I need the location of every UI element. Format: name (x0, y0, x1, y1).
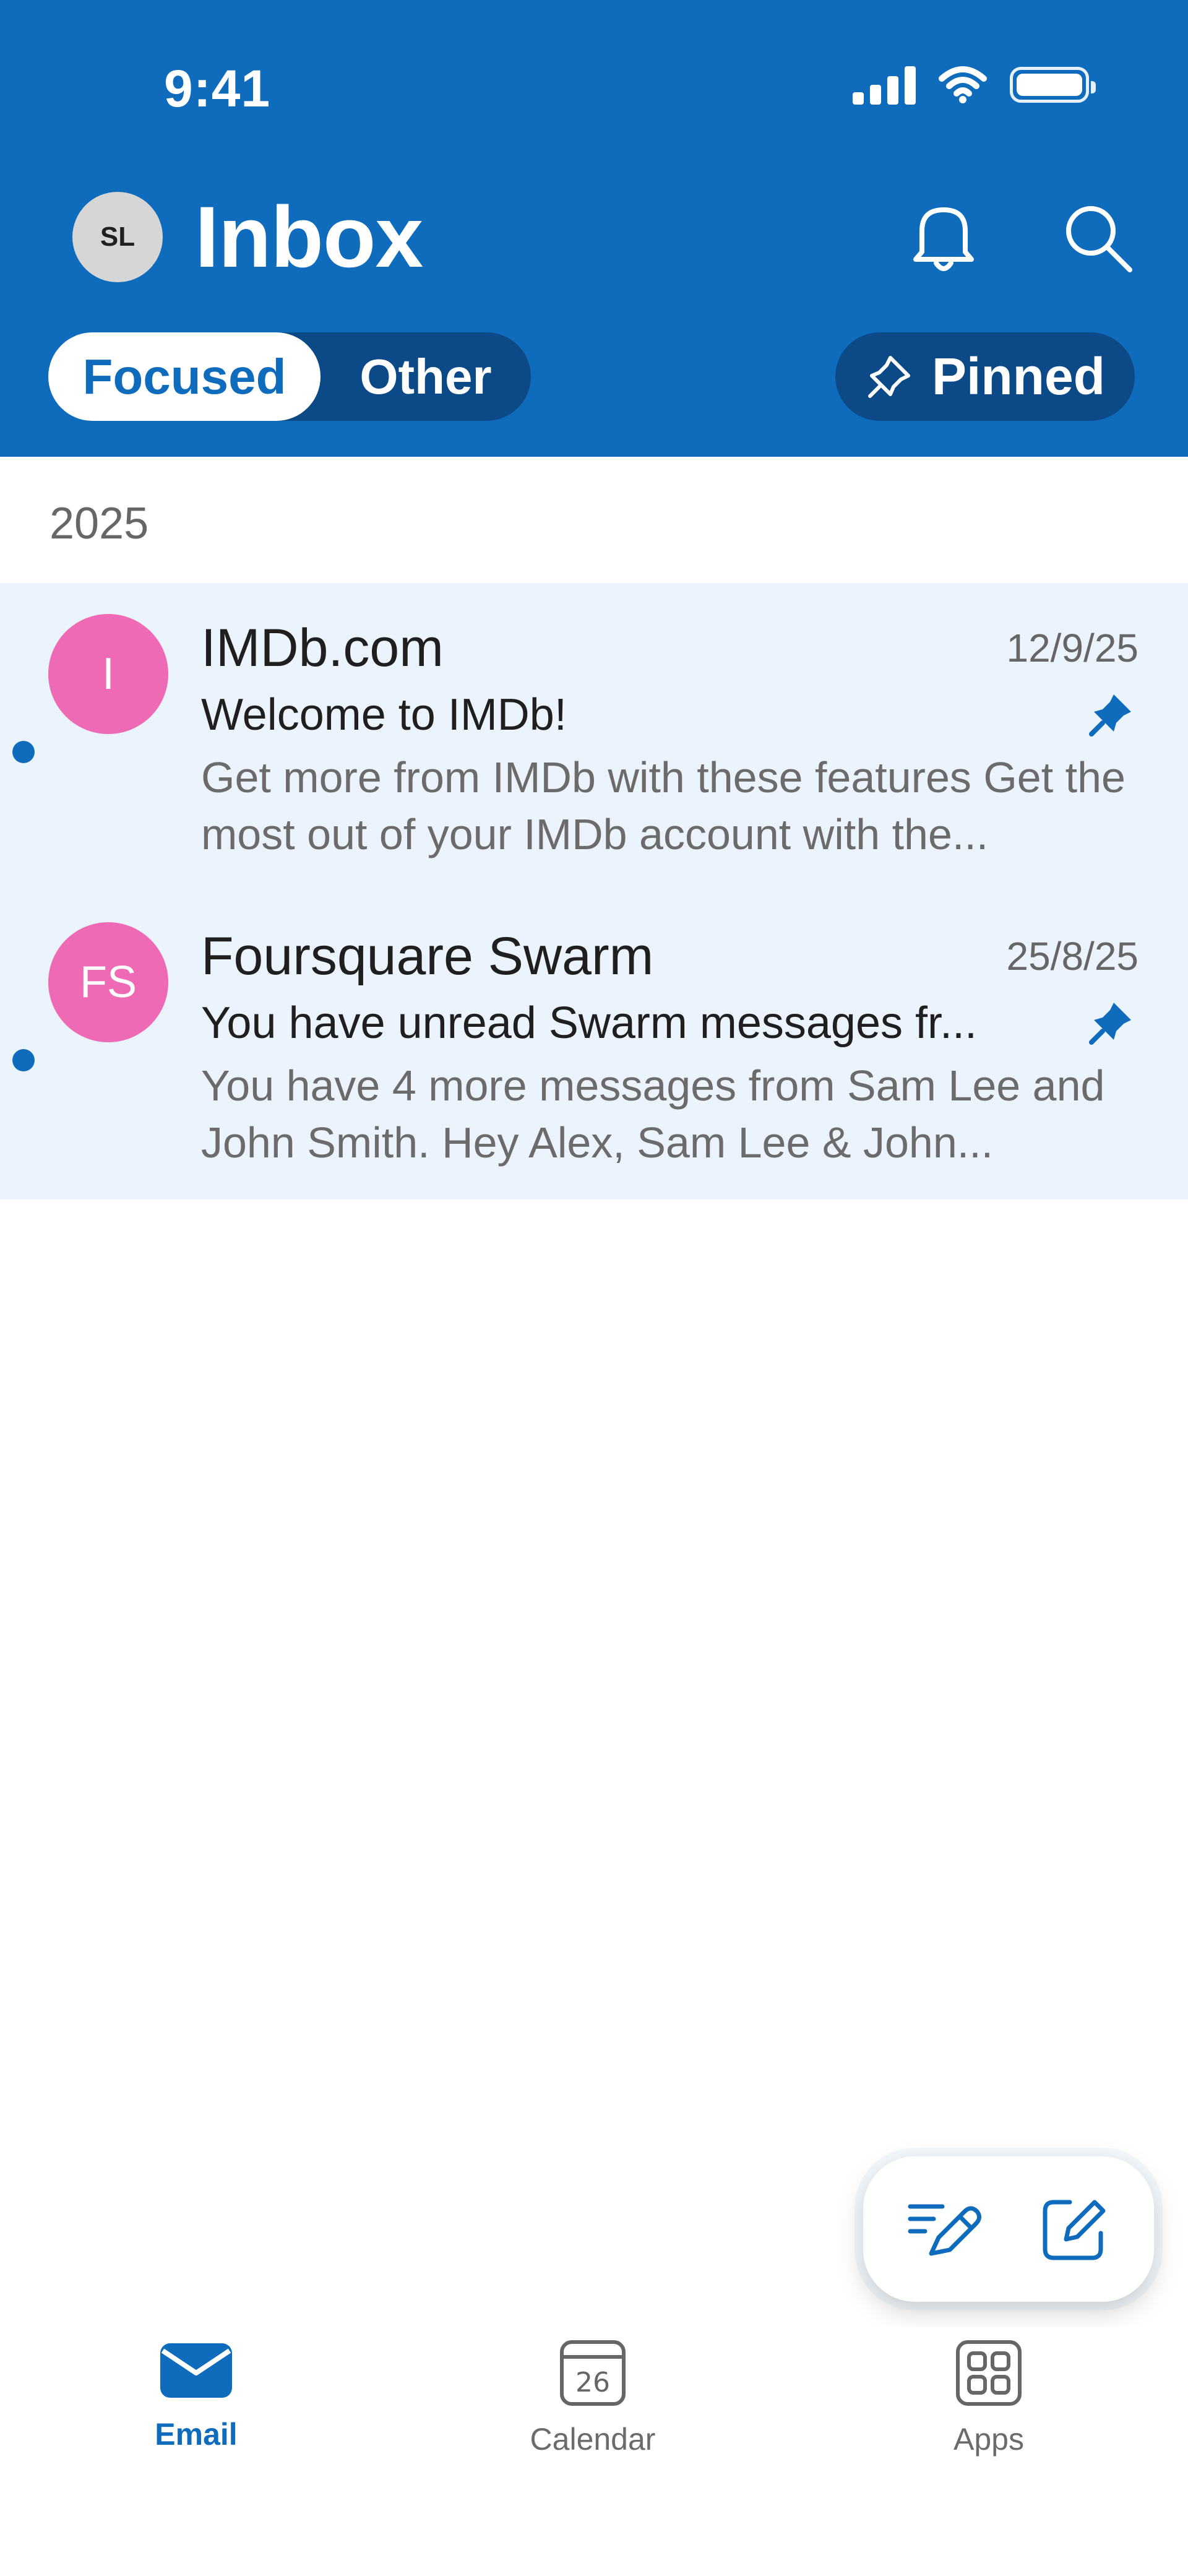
nav-calendar[interactable]: 26 Calendar (481, 2338, 704, 2487)
nav-email-label: Email (155, 2417, 238, 2452)
cellular-signal-icon (853, 65, 916, 105)
wifi-icon (939, 66, 987, 103)
nav-email[interactable]: Email (85, 2338, 308, 2487)
calendar-day-number: 26 (575, 2367, 610, 2398)
battery-icon (1010, 67, 1096, 103)
page-title: Inbox (195, 188, 423, 285)
tab-other[interactable]: Other (321, 332, 531, 421)
email-subject: You have unread Swarm messages fr... (201, 998, 978, 1048)
email-list: I IMDb.com 12/9/25 Welcome to IMDb! Get … (0, 583, 1188, 1199)
calendar-icon: 26 (560, 2340, 626, 2406)
nav-calendar-label: Calendar (530, 2422, 656, 2457)
notifications-button[interactable] (903, 198, 984, 279)
apps-grid-icon (956, 2340, 1022, 2406)
bell-icon (913, 207, 974, 271)
pin-icon (1089, 1003, 1131, 1045)
bottom-navigation: Email 26 Calendar Apps (0, 2327, 1188, 2576)
email-item-foursquare[interactable]: FS Foursquare Swarm 25/8/25 You have unr… (0, 891, 1188, 1199)
sender-avatar: FS (48, 922, 168, 1042)
search-button[interactable] (1058, 198, 1138, 279)
nav-apps-label: Apps (953, 2422, 1024, 2457)
pinned-label: Pinned (931, 347, 1105, 405)
header-actions (903, 198, 1138, 279)
status-time: 9:41 (164, 59, 271, 118)
inbox-segmented-control: Focused Other (48, 332, 531, 421)
tab-focused[interactable]: Focused (48, 332, 321, 421)
floating-actions (863, 2156, 1154, 2302)
unread-indicator (12, 741, 35, 763)
email-preview: You have 4 more messages from Sam Lee an… (201, 1061, 1105, 1167)
pinned-filter-button[interactable]: Pinned (835, 332, 1135, 421)
search-icon (1066, 206, 1132, 272)
compose-icon (1043, 2200, 1105, 2260)
status-icons (853, 65, 1096, 105)
pin-icon (1089, 694, 1131, 737)
account-avatar[interactable]: SL (72, 192, 163, 282)
mail-icon (160, 2343, 232, 2398)
header: 9:41 SL Inbox Focused Other Pinned (0, 0, 1188, 457)
email-subject: Welcome to IMDb! (201, 690, 567, 740)
section-year: 2025 (50, 499, 149, 548)
email-date: 12/9/25 (1006, 626, 1138, 670)
email-sender: Foursquare Swarm (201, 927, 654, 986)
sender-avatar: I (48, 614, 168, 734)
pen-lines-icon (908, 2204, 981, 2255)
email-item-imdb[interactable]: I IMDb.com 12/9/25 Welcome to IMDb! Get … (0, 583, 1188, 891)
email-preview: Get more from IMDb with these features G… (201, 753, 1126, 858)
outlook-inbox-screen: 9:41 SL Inbox Focused Other Pinned 2025 … (0, 0, 1188, 2576)
email-sender: IMDb.com (201, 618, 444, 678)
email-date: 25/8/25 (1006, 934, 1138, 979)
unread-indicator (12, 1049, 35, 1071)
compose-button[interactable] (1024, 2180, 1123, 2279)
copilot-write-button[interactable] (895, 2180, 994, 2279)
pin-icon (867, 355, 910, 398)
nav-apps[interactable]: Apps (877, 2338, 1100, 2487)
title-row: SL Inbox (72, 192, 423, 282)
